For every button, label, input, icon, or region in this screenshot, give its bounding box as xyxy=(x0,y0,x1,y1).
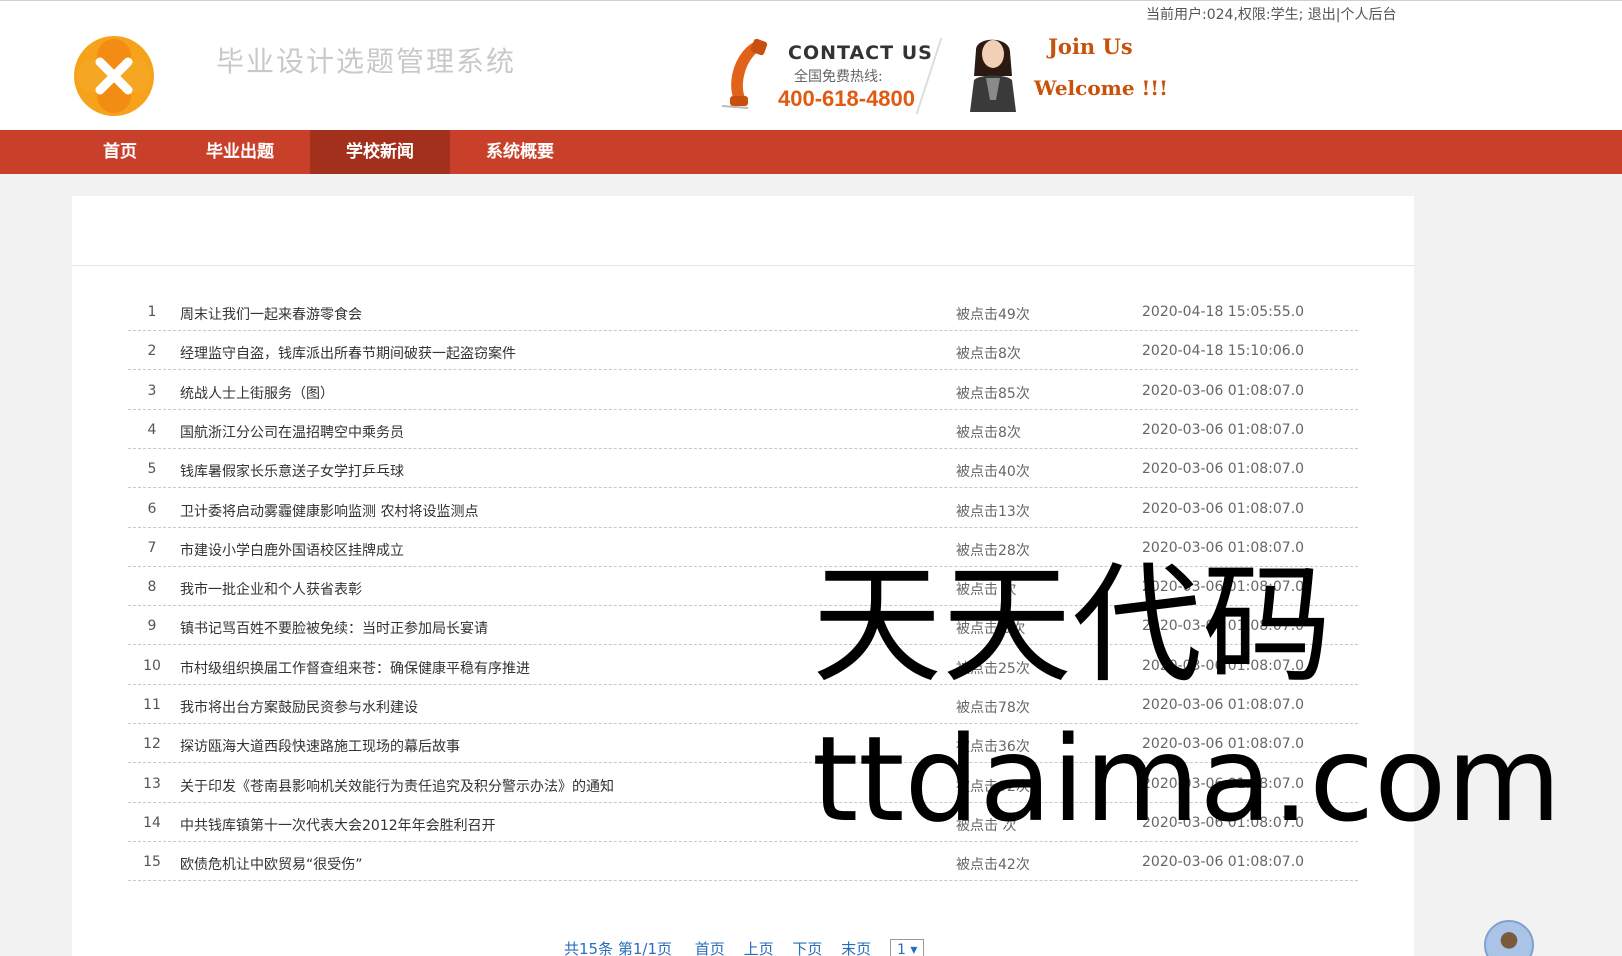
page-select[interactable]: 1 ▾ xyxy=(889,938,925,956)
join-us-text: Join Us xyxy=(1048,34,1133,59)
news-row-title[interactable]: 钱库暑假家长乐意送子女学打乒乓球 xyxy=(180,461,404,481)
watermark-line1: 天天代码 xyxy=(812,549,1333,701)
dashboard-link[interactable]: 个人后台 xyxy=(1341,7,1397,23)
news-row-title[interactable]: 镇书记骂百姓不要脸被免续：当时正参加局长宴请 xyxy=(180,618,488,638)
news-row-number: 13 xyxy=(143,775,161,792)
pager-prev[interactable]: 上页 xyxy=(744,940,774,956)
news-row-hits: 被点击85次 xyxy=(956,385,1030,402)
news-row-number: 5 xyxy=(147,461,157,478)
pager-last[interactable]: 末页 xyxy=(841,940,871,956)
news-row[interactable]: 5 钱库暑假家长乐意送子女学打乒乓球 被点击40次 2020-03-06 01:08:… xyxy=(128,449,1358,489)
logout-link[interactable]: 退出 xyxy=(1308,7,1336,23)
news-row[interactable]: 4 国航浙江分公司在温招聘空中乘务员 被点击8次 2020-03-06 01:08:0… xyxy=(128,410,1358,449)
news-row-number: 10 xyxy=(143,657,161,674)
welcome-text: Welcome !!! xyxy=(1034,76,1168,100)
news-row-number: 8 xyxy=(147,579,157,596)
news-row-hits: 被点击42次 xyxy=(956,857,1030,874)
news-row-date: 2020-03-06 01:08:07.0 xyxy=(1142,382,1305,399)
news-row-title[interactable]: 经理监守自盗，钱库派出所春节期间破获一起盗窃案件 xyxy=(180,343,516,363)
news-row-title[interactable]: 探访瓯海大道西段快速路施工现场的幕后故事 xyxy=(180,736,460,756)
news-row-title[interactable]: 统战人士上街服务（图） xyxy=(180,383,334,403)
news-row-number: 14 xyxy=(143,814,161,831)
contact-subtitle: 全国免费热线: xyxy=(794,69,883,85)
news-row-date: 2020-04-18 15:10:06.0 xyxy=(1142,343,1305,360)
user-bar: 当前用户:024,权限:学生; 退出|个人后台 xyxy=(1146,4,1397,24)
pager-first[interactable]: 首页 xyxy=(695,940,725,956)
news-row-hits: 被点击40次 xyxy=(956,464,1030,481)
news-row-title[interactable]: 我市一批企业和个人获省表彰 xyxy=(180,579,362,599)
news-row-number: 2 xyxy=(147,343,157,360)
news-panel-header xyxy=(72,196,1414,266)
news-row-hits: 被点击49次 xyxy=(956,307,1030,323)
news-row[interactable]: 3 统战人士上街服务（图） 被点击85次 2020-03-06 01:08:07.0 xyxy=(128,371,1358,410)
news-row-number: 3 xyxy=(147,382,157,399)
user-info: 当前用户:024,权限:学生; xyxy=(1146,7,1304,23)
news-row-number: 4 xyxy=(147,421,157,438)
news-row-title[interactable]: 欧债危机让中欧贸易“很受伤” xyxy=(180,854,363,874)
news-row-title[interactable]: 关于印发《苍南县影响机关效能行为责任追究及积分警示办法》的通知 xyxy=(180,776,614,796)
news-row-title[interactable]: 国航浙江分公司在温招聘空中乘务员 xyxy=(180,422,404,442)
pager-info: 共15条 第1/1页 xyxy=(564,940,672,956)
news-row-hits: 被点击13次 xyxy=(956,503,1030,520)
logo-icon xyxy=(74,36,154,116)
header: 当前用户:024,权限:学生; 退出|个人后台 毕业设计选题管理系统 CONTA… xyxy=(0,0,1622,130)
news-row-date: 2020-03-06 01:08:07.0 xyxy=(1142,421,1305,438)
news-row-number: 7 xyxy=(147,539,157,556)
nav-item-overview[interactable]: 系统概要 xyxy=(450,130,590,174)
contact-number: 400-618-4800 xyxy=(778,86,916,111)
news-row-number: 15 xyxy=(143,854,161,871)
pager-next[interactable]: 下页 xyxy=(792,940,822,956)
news-row-date: 2020-04-18 15:05:55.0 xyxy=(1142,304,1305,320)
site-title: 毕业设计选题管理系统 xyxy=(216,45,517,78)
news-row[interactable]: 1 周末让我们一起来春游零食会 被点击49次 2020-04-18 15:05:55.… xyxy=(128,292,1358,331)
nav-item-news[interactable]: 学校新闻 xyxy=(310,130,450,174)
news-row[interactable]: 15 欧债危机让中欧贸易“很受伤” 被点击42次 2020-03-06 01:08:0… xyxy=(128,842,1358,882)
woman-avatar-icon xyxy=(970,39,1016,112)
news-row-title[interactable]: 我市将出台方案鼓励民资参与水利建设 xyxy=(180,697,418,717)
news-row-title[interactable]: 卫计委将启动雾霾健康影响监测 农村将设监测点 xyxy=(180,501,478,521)
news-row-number: 6 xyxy=(147,500,157,517)
news-row-title[interactable]: 市村级组织换届工作督查组来苍：确保健康平稳有序推进 xyxy=(180,658,530,678)
news-row-number: 12 xyxy=(143,736,161,753)
news-row-title[interactable]: 市建设小学白鹿外国语校区挂牌成立 xyxy=(180,540,404,560)
phone-icon xyxy=(721,38,768,109)
news-row-number: 11 xyxy=(143,697,161,713)
watermark-line2: ttdaima.com xyxy=(812,710,1562,848)
news-row-date: 2020-03-06 01:08:07.0 xyxy=(1142,461,1305,478)
news-row-title[interactable]: 中共钱库镇第十一次代表大会2012年年会胜利召开 xyxy=(180,815,496,835)
news-row[interactable]: 2 经理监守自盗，钱库派出所春节期间破获一起盗窃案件 被点击8次 2020-04-18… xyxy=(128,331,1358,371)
news-row[interactable]: 6 卫计委将启动雾霾健康影响监测 农村将设监测点 被点击13次 2020-03-06 … xyxy=(128,489,1358,528)
news-row-hits: 被点击8次 xyxy=(956,424,1021,441)
news-row-date: 2020-03-06 01:08:07.0 xyxy=(1142,854,1305,871)
main-nav: 首页 毕业出题 学校新闻 系统概要 xyxy=(0,130,1622,174)
contact-title: CONTACT US xyxy=(788,42,933,64)
news-row-number: 1 xyxy=(147,304,157,320)
top-divider xyxy=(0,0,1622,1)
nav-item-topics[interactable]: 毕业出题 xyxy=(170,130,310,174)
news-row-title[interactable]: 周末让我们一起来春游零食会 xyxy=(180,304,362,324)
news-row-hits: 被点击8次 xyxy=(956,346,1021,363)
nav-item-home[interactable]: 首页 xyxy=(70,130,170,174)
news-row-date: 2020-03-06 01:08:07.0 xyxy=(1142,500,1305,517)
pagination: 共15条 第1/1页 首页 上页 下页 末页 1 ▾ xyxy=(564,938,938,956)
news-row-number: 9 xyxy=(147,618,157,635)
user-avatar-icon[interactable] xyxy=(1484,920,1534,956)
